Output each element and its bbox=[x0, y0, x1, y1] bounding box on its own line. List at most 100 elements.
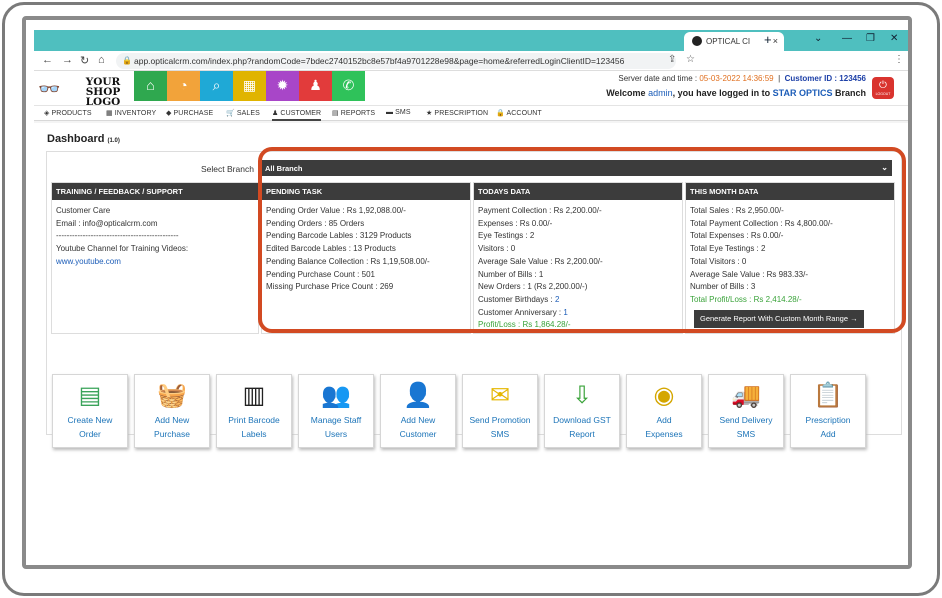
menu-item-purchase[interactable]: ◆ PURCHASE bbox=[166, 109, 213, 117]
share-icon[interactable]: ⇪ bbox=[668, 54, 676, 65]
maximize-icon[interactable]: ❐ bbox=[866, 33, 875, 44]
new-tab-icon[interactable]: + bbox=[764, 32, 772, 47]
anniversary-count[interactable]: 1 bbox=[563, 308, 567, 317]
add-customer-icon: 👤 bbox=[403, 382, 433, 409]
power-icon: ⏻ bbox=[879, 80, 887, 91]
training-line: ----------------------------------------… bbox=[56, 231, 179, 241]
search-button[interactable]: ⌕ bbox=[200, 71, 233, 101]
tile-label-line1: Add New bbox=[154, 415, 190, 425]
menu-label: CUSTOMER bbox=[280, 110, 322, 117]
envelope-icon: ✉ bbox=[489, 382, 511, 409]
customer-anniversary: Customer Anniversary : 1 bbox=[478, 307, 678, 320]
welcome-user: admin bbox=[648, 88, 673, 98]
menu-label: INVENTORY bbox=[114, 110, 157, 117]
menu-item-sales[interactable]: 🛒 SALES bbox=[226, 109, 260, 117]
month-line: Average Sale Value : Rs 983.33/- bbox=[690, 269, 808, 279]
pending-line: Missing Purchase Price Count : 269 bbox=[266, 282, 394, 292]
menu-label: PURCHASE bbox=[173, 110, 214, 117]
gear-button[interactable]: ✹ bbox=[266, 71, 299, 101]
server-label: Server date and time : bbox=[618, 74, 698, 83]
menu-item-reports[interactable]: ▤ REPORTS bbox=[332, 109, 375, 117]
customer-id-label: Customer ID : bbox=[784, 74, 838, 83]
back-icon[interactable]: ← bbox=[42, 54, 53, 66]
favicon-icon bbox=[692, 36, 702, 46]
training-line: Email : info@opticalcrm.com bbox=[56, 218, 158, 228]
cart-icon: 🛒 bbox=[226, 110, 237, 117]
logout-button[interactable]: ⏻ LOGOUT bbox=[872, 77, 894, 99]
todays-data-panel: TODAYS DATA Payment Collection : Rs 2,20… bbox=[473, 182, 683, 334]
forward-icon[interactable]: → bbox=[62, 54, 73, 66]
whatsapp-button[interactable]: ✆ bbox=[332, 71, 365, 101]
today-line: New Orders : 1 (Rs 2,200.00/-) bbox=[478, 282, 588, 292]
tile-prescription-add[interactable]: 📋 Prescription Add bbox=[790, 374, 866, 448]
tab-title: OPTICAL CI bbox=[706, 37, 751, 46]
reload-icon[interactable]: ↻ bbox=[80, 54, 89, 67]
star-icon[interactable]: ☆ bbox=[686, 54, 695, 65]
browser-window: OPTICAL CI × + ⌄ — ❐ ✕ ← → ↻ ⌂ 🔒 app.opt… bbox=[34, 30, 908, 564]
menu-label: SALES bbox=[236, 110, 260, 117]
url-field[interactable]: 🔒 app.opticalcrm.com/index.php?randomCod… bbox=[116, 53, 676, 69]
menu-item-prescription[interactable]: ★ PRESCRIPTION bbox=[426, 109, 488, 117]
tile-add-new-purchase[interactable]: 🧺 Add New Purchase bbox=[134, 374, 210, 448]
menu-item-sms[interactable]: ▬ SMS bbox=[386, 109, 411, 116]
generate-report-label: Generate Report With Custom Month Range bbox=[700, 313, 848, 323]
home-nav-icon[interactable]: ⌂ bbox=[98, 54, 105, 66]
page-version: (1.0) bbox=[107, 138, 120, 144]
tile-print-barcode-labels[interactable]: ▥ Print Barcode Labels bbox=[216, 374, 292, 448]
close-tab-icon[interactable]: × bbox=[773, 36, 778, 46]
tile-label-line2: Report bbox=[569, 429, 595, 439]
pending-line: Edited Barcode Lables : 13 Products bbox=[266, 244, 396, 254]
tile-label-line2: Users bbox=[324, 429, 348, 439]
tile-label-line1: Manage Staff bbox=[310, 415, 362, 425]
pending-task-panel: PENDING TASK Pending Order Value : Rs 1,… bbox=[261, 182, 471, 334]
tile-add-new-customer[interactable]: 👤 Add New Customer bbox=[380, 374, 456, 448]
branch-select[interactable]: All Branch ⌄ bbox=[259, 160, 892, 176]
kebab-menu-icon[interactable]: ⋮ bbox=[894, 54, 904, 65]
tag-icon: ◆ bbox=[166, 110, 174, 117]
grid-button[interactable]: ▦ bbox=[233, 71, 266, 101]
menu-label: REPORTS bbox=[340, 110, 376, 117]
pending-line: Pending Balance Collection : Rs 1,19,508… bbox=[266, 256, 430, 266]
search-icon: ⌕ bbox=[212, 77, 221, 93]
tile-manage-staff-users[interactable]: 👥 Manage Staff Users bbox=[298, 374, 374, 448]
shop-logo[interactable]: 👓 YOUR SHOP LOGO bbox=[38, 75, 128, 108]
glasses-icon: 👓 bbox=[38, 79, 61, 99]
menu-label: ACCOUNT bbox=[506, 110, 542, 117]
chevron-down-icon[interactable]: ⌄ bbox=[814, 33, 822, 44]
tile-add-expenses[interactable]: ◉ Add Expenses bbox=[626, 374, 702, 448]
home-button[interactable]: ⌂ bbox=[134, 71, 167, 101]
menu-item-customer[interactable]: ♟ CUSTOMER bbox=[272, 109, 322, 121]
menu-item-inventory[interactable]: ▦ INVENTORY bbox=[106, 109, 156, 117]
training-line: Youtube Channel for Training Videos: bbox=[56, 244, 189, 254]
dashboard-button[interactable]: ◔ bbox=[167, 71, 200, 101]
birthdays-count[interactable]: 2 bbox=[555, 295, 559, 304]
training-heading: TRAINING / FEEDBACK / SUPPORT bbox=[52, 183, 258, 200]
this-month-panel: THIS MONTH DATA Total Sales : Rs 2,950.0… bbox=[685, 182, 895, 334]
tile-label-line1: Download GST bbox=[553, 415, 611, 425]
tile-download-gst-report[interactable]: ⇩ Download GST Report bbox=[544, 374, 620, 448]
menu-item-account[interactable]: 🔒 ACCOUNT bbox=[496, 109, 542, 117]
tile-create-new-order[interactable]: ▤ Create New Order bbox=[52, 374, 128, 448]
select-branch-label: Select Branch bbox=[201, 164, 254, 174]
user-button[interactable]: ♟ bbox=[299, 71, 332, 101]
tile-label-line2: Order bbox=[79, 429, 101, 439]
create-order-icon: ▤ bbox=[78, 382, 102, 409]
welcome-prefix: Welcome bbox=[606, 88, 646, 98]
tile-label-line1: Create New bbox=[67, 415, 113, 425]
customer-birthdays: Customer Birthdays : 2 bbox=[478, 294, 678, 307]
logo-line-2: SHOP LOGO bbox=[85, 86, 121, 108]
minimize-icon[interactable]: — bbox=[842, 33, 852, 44]
youtube-link[interactable]: www.youtube.com bbox=[56, 256, 254, 269]
file-icon: ▤ bbox=[332, 110, 341, 117]
menu-item-products[interactable]: ◈ PRODUCTS bbox=[44, 109, 92, 117]
tile-send-promotion-sms[interactable]: ✉ Send Promotion SMS bbox=[462, 374, 538, 448]
clipboard-icon: 📋 bbox=[813, 382, 843, 409]
today-line: Number of Bills : 1 bbox=[478, 269, 544, 279]
close-window-icon[interactable]: ✕ bbox=[890, 33, 898, 44]
pending-line: Pending Barcode Lables : 3129 Products bbox=[266, 231, 412, 241]
tile-label-line1: Send Delivery bbox=[719, 415, 773, 425]
customer-id: 123456 bbox=[839, 74, 866, 83]
today-profit: Profit/Loss : Rs 1,864.28/- bbox=[478, 320, 571, 330]
tile-send-delivery-sms[interactable]: 🚚 Send Delivery SMS bbox=[708, 374, 784, 448]
generate-report-button[interactable]: Generate Report With Custom Month Range … bbox=[694, 309, 864, 329]
